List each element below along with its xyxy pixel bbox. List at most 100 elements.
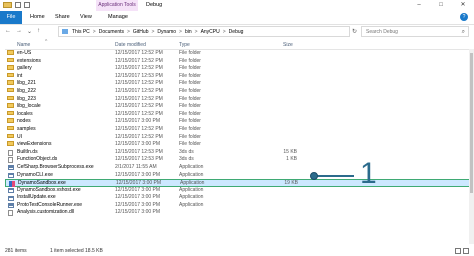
- file-name: extensions: [17, 57, 41, 64]
- file-type: File folder: [179, 133, 201, 140]
- scrollbar-thumb[interactable]: [470, 53, 473, 193]
- file-type: File folder: [179, 118, 201, 125]
- breadcrumb-separator-icon[interactable]: >: [179, 29, 182, 35]
- breadcrumb-item[interactable]: Debug: [229, 29, 244, 35]
- table-row[interactable]: gallery 12/15/2017 12:52 PM File folder: [5, 65, 474, 73]
- file-date: 2/1/2017 11:55 AM: [115, 163, 157, 170]
- search-input[interactable]: Search Debug: [361, 26, 469, 37]
- table-row[interactable]: int 12/15/2017 12:53 PM File folder: [5, 72, 474, 81]
- table-row[interactable]: samples 12/15/2017 12:52 PM File folder: [5, 125, 474, 134]
- tab-file[interactable]: File: [0, 11, 22, 24]
- table-row[interactable]: en-US 12/15/2017 12:52 PM File folder: [5, 50, 474, 58]
- maximize-icon[interactable]: □: [430, 0, 452, 11]
- recent-locations-icon[interactable]: ⌄: [27, 28, 32, 35]
- table-row[interactable]: CefSharp.BrowserSubprocess.exe 2/1/2017 1…: [5, 164, 474, 172]
- column-header-date[interactable]: Date modified: [115, 42, 146, 48]
- file-name: FunctionObject.ds: [17, 156, 58, 163]
- help-icon[interactable]: ?: [460, 13, 468, 21]
- column-header-name[interactable]: Name: [17, 42, 30, 48]
- quick-access-toolbar: [3, 2, 30, 8]
- table-row[interactable]: DynamoCLI.exe 12/15/2017 3:00 PM Applicati…: [5, 172, 474, 180]
- file-type: Application: [179, 186, 204, 193]
- table-row[interactable]: InstallUpdate.exe 12/15/2017 3:00 PM Appli…: [5, 194, 474, 202]
- file-date: 12/15/2017 12:52 PM: [115, 50, 163, 56]
- tab-manage[interactable]: Manage: [108, 11, 128, 24]
- minimize-icon[interactable]: –: [408, 0, 430, 11]
- table-row[interactable]: BuiltIn.ds 12/15/2017 12:53 PM 3ds ds 15 KB: [5, 149, 474, 157]
- table-row[interactable]: nodes 12/15/2017 3:00 PM File folder: [5, 118, 474, 126]
- table-row[interactable]: libg_223 12/15/2017 12:52 PM File folder: [5, 95, 474, 104]
- file-name: locales: [17, 110, 33, 117]
- folder-icon: [7, 103, 14, 108]
- address-bar[interactable]: This PC > Documents > GitHub > Dynamo > bin > AnyC…: [58, 26, 350, 37]
- breadcrumb-item[interactable]: Documents: [99, 29, 124, 35]
- sort-indicator-icon: ^: [45, 39, 48, 45]
- up-icon[interactable]: ↑: [37, 28, 40, 34]
- close-icon[interactable]: ✕: [452, 0, 474, 11]
- breadcrumb-separator-icon[interactable]: >: [127, 29, 130, 35]
- view-toggles: [455, 248, 469, 254]
- table-row[interactable]: libg_locale 12/15/2017 12:52 PM File folde…: [5, 103, 474, 111]
- file-name: InstallUpdate.exe: [17, 194, 56, 201]
- folder-icon: [7, 125, 14, 131]
- breadcrumb-separator-icon[interactable]: >: [195, 29, 198, 35]
- tab-view[interactable]: View: [80, 11, 92, 24]
- file-date: 12/15/2017 3:00 PM: [115, 201, 161, 208]
- new-folder-icon[interactable]: [24, 2, 30, 8]
- details-view-icon[interactable]: [455, 248, 461, 254]
- item-count: 281 items: [5, 248, 27, 254]
- table-row-selected[interactable]: DynamoSandbox.exe 12/15/2017 3:00 PM Appli…: [5, 179, 474, 187]
- tab-share[interactable]: Share: [55, 11, 70, 24]
- breadcrumb-item[interactable]: bin: [185, 29, 192, 35]
- file-name: DynamoCLI.exe: [17, 171, 53, 178]
- table-row[interactable]: locales 12/15/2017 12:52 PM File folder: [5, 110, 474, 119]
- file-date: 12/15/2017 3:00 PM: [115, 209, 161, 216]
- computer-icon: [62, 29, 68, 34]
- back-icon[interactable]: ←: [5, 28, 11, 34]
- table-row[interactable]: Analysis.customization.dll 12/15/2017 3:0…: [5, 209, 474, 217]
- breadcrumb-separator-icon[interactable]: >: [223, 29, 226, 35]
- column-header-size[interactable]: Size: [283, 42, 293, 48]
- file-date: 12/15/2017 12:52 PM: [115, 133, 163, 140]
- file-icon: [8, 149, 13, 156]
- large-icons-view-icon[interactable]: [463, 248, 469, 254]
- file-type: File folder: [179, 72, 201, 79]
- file-type: Application: [179, 194, 204, 201]
- breadcrumb: This PC > Documents > GitHub > Dynamo > bin > AnyC…: [72, 29, 243, 35]
- table-row[interactable]: libg_221 12/15/2017 12:52 PM File folder: [5, 80, 474, 88]
- file-size: 1 KB: [286, 156, 297, 163]
- table-row[interactable]: libg_222 12/15/2017 12:52 PM File folder: [5, 87, 474, 96]
- breadcrumb-item[interactable]: Dynamo: [157, 29, 176, 35]
- callout-line: [314, 175, 354, 177]
- ribbon-tabs: File Home Share View Manage ?: [0, 11, 474, 25]
- file-date: 12/15/2017 12:53 PM: [115, 72, 163, 79]
- application-icon: [8, 195, 14, 201]
- refresh-icon[interactable]: ↻: [352, 28, 357, 35]
- forward-icon[interactable]: →: [16, 28, 22, 34]
- table-row[interactable]: extensions 12/15/2017 12:52 PM File folder: [5, 57, 474, 66]
- contextual-tab-application-tools[interactable]: Application Tools: [96, 0, 138, 11]
- breadcrumb-item[interactable]: This PC: [72, 29, 90, 35]
- breadcrumb-item[interactable]: GitHub: [133, 29, 149, 35]
- table-row[interactable]: UI 12/15/2017 12:52 PM File folder: [5, 133, 474, 142]
- tab-home[interactable]: Home: [30, 11, 45, 24]
- breadcrumb-separator-icon[interactable]: >: [93, 29, 96, 35]
- selection-info: 1 item selected 18.5 KB: [50, 248, 103, 254]
- breadcrumb-item[interactable]: AnyCPU: [201, 29, 220, 35]
- table-row[interactable]: ProtoTestConsoleRunner.exe 12/15/2017 3:0…: [5, 202, 474, 210]
- breadcrumb-separator-icon[interactable]: >: [151, 29, 154, 35]
- file-name: samples: [17, 125, 36, 132]
- table-row[interactable]: FunctionObject.ds 12/15/2017 12:53 PM 3ds …: [5, 156, 474, 164]
- folder-icon: [7, 133, 14, 139]
- application-icon: [8, 172, 14, 178]
- column-header-type[interactable]: Type: [179, 42, 190, 48]
- table-row[interactable]: DynamoSandbox.vshost.exe 12/15/2017 3:00 …: [5, 187, 474, 195]
- file-date: 12/15/2017 3:00 PM: [115, 186, 161, 193]
- file-name: libg_223: [17, 95, 36, 102]
- file-name: en-US: [17, 50, 32, 56]
- file-type: File folder: [179, 50, 201, 56]
- vertical-scrollbar[interactable]: [469, 49, 474, 244]
- properties-icon[interactable]: [15, 2, 21, 8]
- file-list: Name ^ Date modified Type Size en-US 12/1…: [5, 39, 474, 244]
- table-row[interactable]: viewExtensions 12/15/2017 3:00 PM File fol…: [5, 141, 474, 149]
